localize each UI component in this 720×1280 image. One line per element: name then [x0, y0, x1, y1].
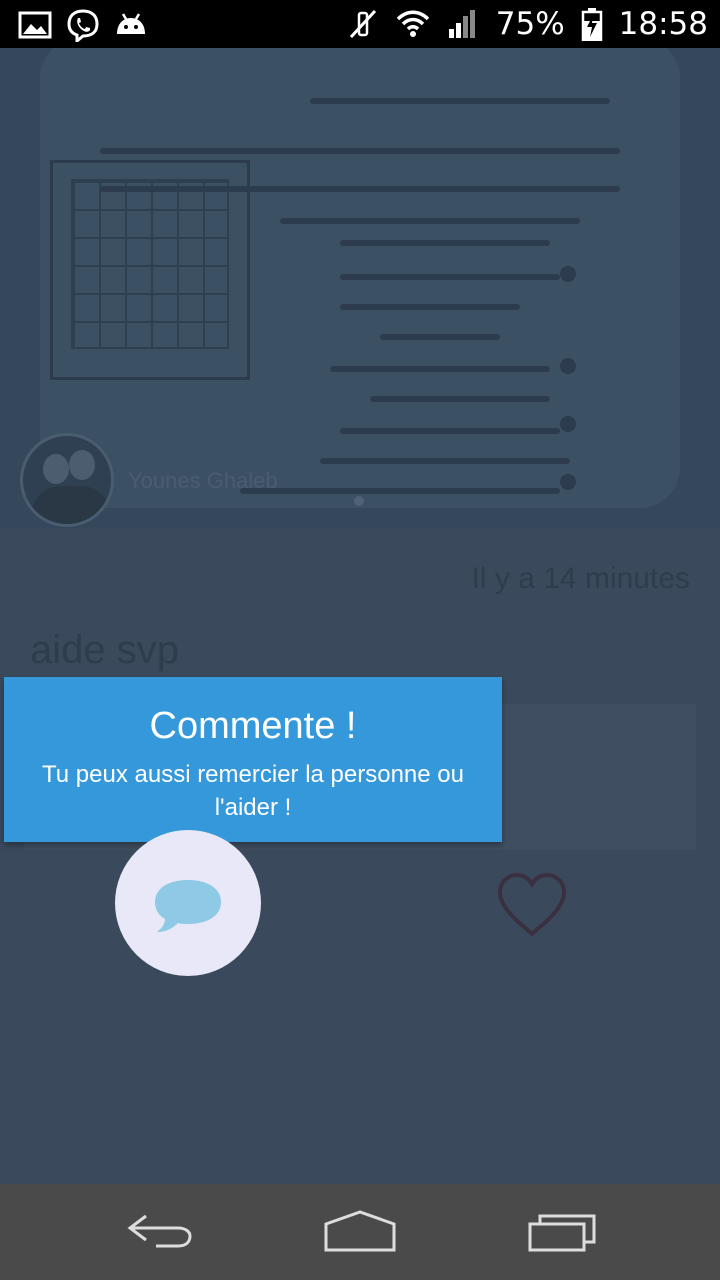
like-heart-icon[interactable] — [494, 870, 570, 940]
mute-icon — [349, 9, 376, 39]
signal-icon — [448, 10, 475, 38]
comment-bubble-icon — [155, 880, 221, 932]
navigation-bar — [0, 1184, 720, 1280]
comment-button[interactable] — [115, 830, 261, 976]
post-title: aide svp — [30, 628, 179, 672]
gallery-icon — [18, 11, 52, 39]
wifi-icon — [396, 10, 429, 37]
clock: 18:58 — [618, 6, 708, 42]
recents-icon[interactable] — [522, 1206, 602, 1258]
post-timestamp: Il y a 14 minutes — [471, 562, 690, 595]
back-icon[interactable] — [120, 1206, 200, 1258]
graph-figure — [50, 160, 250, 380]
post-image[interactable]: Younes Ghaleb — [0, 48, 720, 528]
tooltip-body: Tu peux aussi remercier la personne ou l… — [42, 761, 464, 821]
home-icon[interactable] — [320, 1206, 400, 1258]
tooltip-title: Commente ! — [149, 705, 357, 747]
author-name[interactable]: Younes Ghaleb — [128, 468, 278, 494]
status-bar: 75% 18:58 — [0, 0, 720, 48]
pager-dot — [354, 496, 364, 506]
android-icon — [117, 13, 145, 34]
onboarding-tooltip[interactable]: Commente ! Tu peux aussi remercier la pe… — [4, 677, 502, 842]
battery-percentage: 75% — [495, 6, 565, 42]
avatar[interactable] — [20, 433, 114, 527]
battery-charging-icon — [581, 8, 602, 41]
viber-icon — [67, 9, 99, 42]
